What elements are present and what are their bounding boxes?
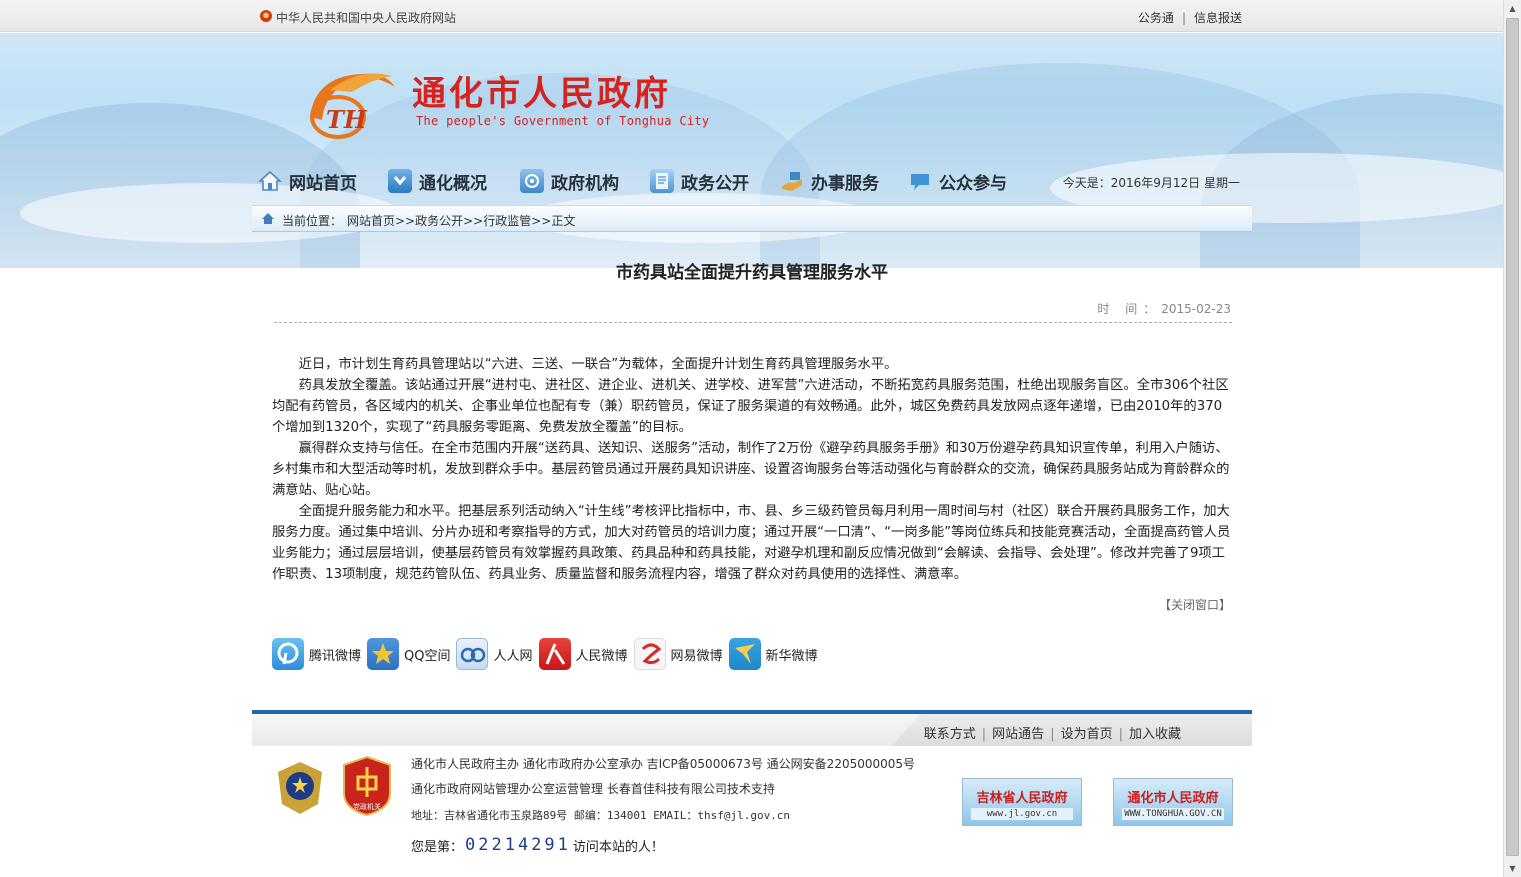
breadcrumb-label: 当前位置： [282,214,343,228]
qzone-star-icon [367,638,400,670]
overview-icon [388,169,412,193]
breadcrumb: 当前位置： 网站首页>>政务公开>>行政监管>>正文 [252,205,1252,232]
netease-weibo-icon [633,638,666,670]
official-mail-link[interactable]: 公务通 [1138,11,1174,25]
police-emblem-icon [278,762,322,814]
article-paragraph: 药具发放全覆盖。该站通过开展“进村屯、进社区、进企业、进机关、进学校、进军营”六… [272,378,1229,435]
scrollbar-thumb[interactable] [1506,18,1519,856]
tencent-weibo-icon [272,638,304,670]
share-tencent-weibo[interactable]: 腾讯微博 [272,638,361,670]
divider [274,322,1232,323]
close-window-link[interactable]: 【关闭窗口】 [1159,596,1231,613]
document-icon [650,169,674,193]
site-subtitle: The people's Government of Tonghua City [416,114,710,128]
article-paragraph: 近日，市计划生育药具管理站以“六进、三送、一联合”为载体，全面提升计划生育药具管… [298,357,898,372]
footer-address: 地址：吉林省通化市玉泉路89号 邮编：134001 EMAIL：thsf@jl.… [411,809,791,822]
svg-text:TH: TH [326,105,368,134]
scroll-up-arrow-icon[interactable]: ▲ [1504,0,1521,17]
info-report-link[interactable]: 信息报送 [1194,11,1242,25]
footer-bar: 联系方式 | 网站通告 | 设为首页 | 加入收藏 [252,714,1252,746]
jilin-gov-banner[interactable]: 吉林省人民政府 www.jl.gov.cn [962,778,1082,826]
footer-sponsor: 通化市人民政府主办 通化市政府办公室承办 吉ICP备05000673号 通公网安… [411,757,916,771]
home-small-icon [262,213,274,224]
tonghua-logo-icon: TH [310,73,395,139]
top-links: 公务通 | 信息报送 [1137,11,1242,25]
footer-operator: 通化市政府网站管理办公室运营管理 长春首佳科技有限公司技术支持 [411,782,775,796]
current-date: 今天是：2016年9月12日 星期一 [1062,176,1240,190]
top-bar: 中华人民共和国中央人民政府网站 公务通 | 信息报送 [0,0,1503,32]
nav-item-home[interactable]: 网站首页 [257,166,357,196]
party-org-emblem-icon: 党政机关 [343,755,391,817]
nav-item-participation[interactable]: 公众参与 [908,166,1007,196]
header-banner [0,33,1503,268]
share-renren[interactable]: 人人网 [456,638,533,670]
article-paragraph: 全面提升服务能力和水平。把基层系列活动纳入“计生线”考核评比指标中，市、县、乡三… [272,504,1231,582]
article-paragraph: 赢得群众支持与信任。在全市范围内开展“送药具、送知识、送服务”活动，制作了2万份… [272,441,1230,498]
article-title: 市药具站全面提升药具管理服务水平 [616,263,888,283]
share-xinhua-weibo[interactable]: 新华微博 [728,638,818,670]
article-body: 近日，市计划生育药具管理站以“六进、三送、一联合”为载体，全面提升计划生育药具管… [272,354,1234,585]
scroll-down-arrow-icon[interactable]: ▼ [1504,860,1521,877]
svg-text:党政机关: 党政机关 [353,802,381,811]
nav-item-affairs[interactable]: 政务公开 [650,166,749,196]
main-nav: 网站首页 通化概况 政府机构 政务公开 办事服务 公众参与 今天是：2016年9… [257,166,1252,196]
nav-item-service[interactable]: 办事服务 [780,166,879,196]
tonghua-gov-banner[interactable]: 通化市人民政府 WWW.TONGHUA.GOV.CN [1113,778,1233,826]
people-weibo-icon [538,638,571,670]
chat-bubble-icon [908,169,932,193]
share-people-weibo[interactable]: 人民微博 [538,638,628,670]
renren-icon [456,638,489,670]
service-icon [780,169,804,193]
article-time: 时 间：2015-02-23 [1097,302,1231,316]
add-favorite-link[interactable]: 加入收藏 [1129,727,1181,742]
site-title: 通化市人民政府 [412,74,671,114]
share-netease-weibo[interactable]: 网易微博 [633,638,723,670]
share-bar: 腾讯微博 QQ空间 人人网 人民微博 网易微博 新华微博 [272,637,824,671]
nav-item-overview[interactable]: 通化概况 [388,166,487,196]
notice-link[interactable]: 网站通告 [992,727,1044,742]
breadcrumb-path[interactable]: 网站首页>>政务公开>>行政监管>>正文 [347,212,575,229]
footer-links: 联系方式 | 网站通告 | 设为首页 | 加入收藏 [923,727,1181,742]
share-qzone[interactable]: QQ空间 [367,638,450,670]
visit-counter: 您是第： 02214291 访问本站的人！ [411,835,664,855]
vertical-scrollbar[interactable]: ▲ ▼ [1503,0,1521,877]
org-icon [520,169,544,193]
set-homepage-link[interactable]: 设为首页 [1061,727,1113,742]
national-emblem-icon [260,10,272,22]
contact-link[interactable]: 联系方式 [924,727,976,742]
central-gov-link[interactable]: 中华人民共和国中央人民政府网站 [276,9,456,26]
home-icon [257,169,283,193]
xinhua-weibo-icon [728,638,761,670]
visit-count: 02214291 [465,835,571,855]
nav-item-org[interactable]: 政府机构 [520,166,619,196]
